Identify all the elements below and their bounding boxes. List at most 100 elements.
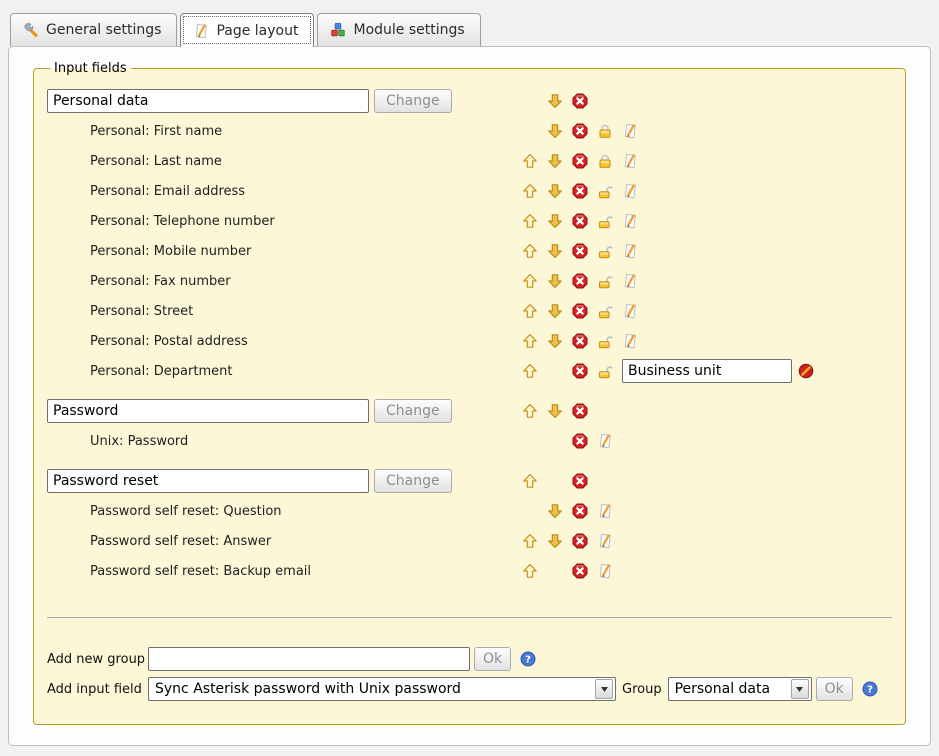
edit-icon[interactable] [622, 213, 638, 229]
edit-icon[interactable] [597, 533, 613, 549]
tab-general-settings[interactable]: General settings [10, 13, 177, 46]
add-group-ok-button[interactable]: Ok [474, 647, 511, 671]
unlocked-icon[interactable] [597, 213, 613, 229]
move-down-icon[interactable] [547, 403, 563, 419]
locked-icon[interactable] [597, 153, 613, 169]
move-down-icon[interactable] [547, 213, 563, 229]
icon-slot [597, 303, 622, 319]
add-group-row: Add new group Ok ? [47, 644, 892, 674]
help-icon[interactable]: ? [520, 651, 536, 667]
delete-icon[interactable] [572, 403, 588, 419]
move-down-icon[interactable] [547, 503, 563, 519]
delete-icon[interactable] [572, 363, 588, 379]
delete-icon[interactable] [572, 563, 588, 579]
row-icons [522, 86, 597, 116]
move-up-icon[interactable] [522, 243, 538, 259]
field-row: Personal: First name [47, 116, 892, 146]
delete-icon[interactable] [572, 433, 588, 449]
add-field-ok-button[interactable]: Ok [816, 677, 853, 701]
edit-icon[interactable] [597, 563, 613, 579]
move-down-icon[interactable] [547, 183, 563, 199]
unlocked-icon[interactable] [597, 333, 613, 349]
delete-icon[interactable] [572, 123, 588, 139]
unlocked-icon[interactable] [597, 363, 613, 379]
edit-icon[interactable] [622, 153, 638, 169]
delete-icon[interactable] [572, 473, 588, 489]
delete-icon[interactable] [572, 93, 588, 109]
help-icon[interactable]: ? [862, 681, 878, 697]
change-group-button[interactable]: Change [374, 469, 452, 493]
delete-icon[interactable] [572, 303, 588, 319]
edit-icon[interactable] [622, 243, 638, 259]
group-name-input[interactable] [47, 89, 369, 113]
edit-icon[interactable] [622, 303, 638, 319]
unlocked-icon[interactable] [597, 183, 613, 199]
icon-slot [597, 503, 622, 519]
tab-page-layout[interactable]: Page layout [180, 13, 314, 47]
new-group-input[interactable] [148, 647, 470, 671]
delete-icon[interactable] [572, 153, 588, 169]
custom-label-input[interactable] [622, 359, 792, 383]
locked-icon[interactable] [597, 123, 613, 139]
move-up-icon[interactable] [522, 183, 538, 199]
icon-slot [522, 153, 547, 169]
edit-icon[interactable] [622, 333, 638, 349]
move-down-icon[interactable] [547, 93, 563, 109]
move-down-icon[interactable] [547, 273, 563, 289]
group-row: Change [47, 86, 892, 116]
field-row: Personal: Last name [47, 146, 892, 176]
move-up-icon[interactable] [522, 533, 538, 549]
move-down-icon[interactable] [547, 153, 563, 169]
icon-slot [622, 273, 647, 289]
group-select[interactable]: Personal data [668, 677, 812, 701]
delete-icon[interactable] [572, 243, 588, 259]
icon-slot [547, 183, 572, 199]
delete-icon[interactable] [572, 533, 588, 549]
edit-icon[interactable] [622, 273, 638, 289]
group-name-input[interactable] [47, 469, 369, 493]
field-label: Personal: Street [47, 304, 193, 319]
move-up-icon[interactable] [522, 403, 538, 419]
delete-icon[interactable] [572, 503, 588, 519]
move-down-icon[interactable] [547, 123, 563, 139]
icon-slot [572, 243, 597, 259]
move-up-icon[interactable] [522, 333, 538, 349]
unlocked-icon[interactable] [597, 303, 613, 319]
delete-icon[interactable] [572, 273, 588, 289]
move-up-icon[interactable] [522, 563, 538, 579]
move-down-icon[interactable] [547, 533, 563, 549]
field-label: Password self reset: Backup email [47, 564, 311, 579]
move-up-icon[interactable] [522, 273, 538, 289]
icon-slot [597, 533, 622, 549]
deny-icon[interactable] [798, 363, 814, 379]
delete-icon[interactable] [572, 213, 588, 229]
edit-icon[interactable] [622, 123, 638, 139]
tab-module-settings[interactable]: Module settings [317, 13, 480, 46]
move-up-icon[interactable] [522, 473, 538, 489]
delete-icon[interactable] [572, 183, 588, 199]
row-icons [522, 526, 622, 556]
icon-slot [547, 503, 572, 519]
move-up-icon[interactable] [522, 363, 538, 379]
move-down-icon[interactable] [547, 333, 563, 349]
move-up-icon[interactable] [522, 153, 538, 169]
svg-text:?: ? [867, 685, 873, 696]
icon-slot [522, 363, 547, 379]
edit-icon[interactable] [597, 503, 613, 519]
unlocked-icon[interactable] [597, 243, 613, 259]
chevron-down-icon [791, 679, 809, 699]
edit-icon[interactable] [622, 183, 638, 199]
change-group-button[interactable]: Change [374, 89, 452, 113]
edit-icon[interactable] [597, 433, 613, 449]
move-up-icon[interactable] [522, 303, 538, 319]
group-name-input[interactable] [47, 399, 369, 423]
move-down-icon[interactable] [547, 243, 563, 259]
field-label: Personal: Postal address [47, 334, 248, 349]
move-down-icon[interactable] [547, 303, 563, 319]
delete-icon[interactable] [572, 333, 588, 349]
unlocked-icon[interactable] [597, 273, 613, 289]
field-select[interactable]: Sync Asterisk password with Unix passwor… [148, 677, 616, 701]
icon-slot [572, 503, 597, 519]
move-up-icon[interactable] [522, 213, 538, 229]
change-group-button[interactable]: Change [374, 399, 452, 423]
